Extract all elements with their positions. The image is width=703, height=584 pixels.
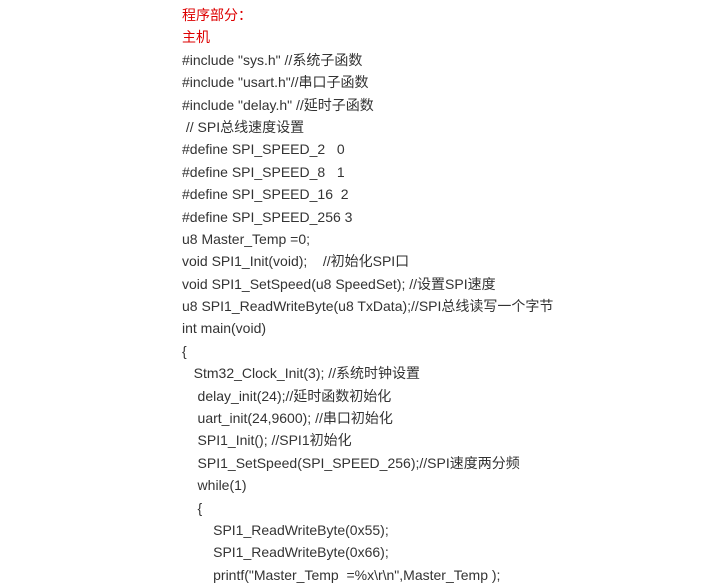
code-line: int main(void) [182,317,703,339]
code-line: void SPI1_Init(void); //初始化SPI口 [182,250,703,272]
code-line: u8 SPI1_ReadWriteByte(u8 TxData);//SPI总线… [182,295,703,317]
code-line: u8 Master_Temp =0; [182,228,703,250]
section-header-program: 程序部分： [182,4,703,26]
code-line: #define SPI_SPEED_8 1 [182,161,703,183]
code-line: while(1) [182,474,703,496]
code-line: #define SPI_SPEED_256 3 [182,206,703,228]
code-line: // SPI总线速度设置 [182,116,703,138]
code-line: { [182,340,703,362]
code-block: 程序部分： 主机 #include "sys.h" //系统子函数 #inclu… [0,0,703,584]
code-line: #include "sys.h" //系统子函数 [182,49,703,71]
code-line: SPI1_Init(); //SPI1初始化 [182,429,703,451]
code-line: void SPI1_SetSpeed(u8 SpeedSet); //设置SPI… [182,273,703,295]
code-line: SPI1_ReadWriteByte(0x55); [182,519,703,541]
code-line: printf("Master_Temp =%x\r\n",Master_Temp… [182,564,703,584]
code-line: #include "usart.h"//串口子函数 [182,71,703,93]
code-line: SPI1_ReadWriteByte(0x66); [182,541,703,563]
code-line: Stm32_Clock_Init(3); //系统时钟设置 [182,362,703,384]
section-header-host: 主机 [182,26,703,48]
code-line: delay_init(24);//延时函数初始化 [182,385,703,407]
code-line: #include "delay.h" //延时子函数 [182,94,703,116]
code-line: #define SPI_SPEED_2 0 [182,138,703,160]
code-line: #define SPI_SPEED_16 2 [182,183,703,205]
code-line: SPI1_SetSpeed(SPI_SPEED_256);//SPI速度两分频 [182,452,703,474]
code-line: uart_init(24,9600); //串口初始化 [182,407,703,429]
code-line: { [182,497,703,519]
